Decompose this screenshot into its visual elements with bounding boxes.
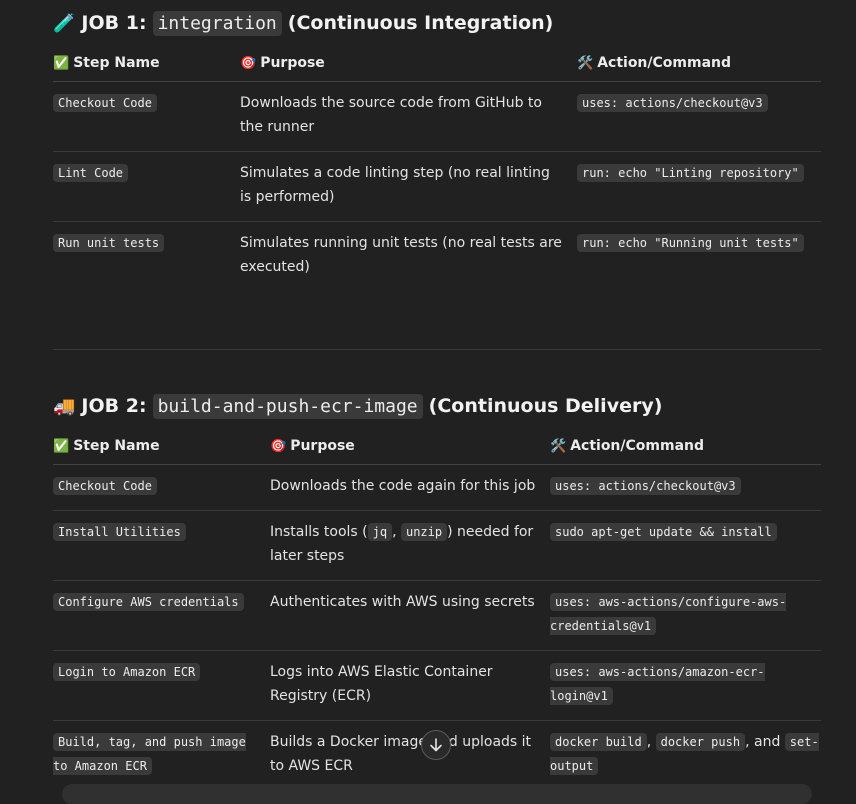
step-action: uses: aws-actions/amazon-ecr-login@v1 (550, 663, 765, 705)
step-name: Install Utilities (53, 523, 186, 541)
inline-code: docker push (655, 733, 746, 751)
step-name: Checkout Code (53, 477, 157, 495)
table-row: Lint Code Simulates a code linting step … (53, 151, 821, 222)
step-purpose: Simulates running unit tests (no real te… (240, 235, 562, 275)
test-tube-icon: 🧪 (53, 12, 76, 34)
scroll-to-bottom-button[interactable] (421, 730, 451, 760)
job1-prefix: JOB 1: (81, 12, 147, 34)
step-action: uses: actions/checkout@v3 (577, 94, 768, 112)
job2-heading: 🚚 JOB 2: build-and-push-ecr-image (Conti… (53, 384, 821, 428)
step-purpose: Logs into AWS Elastic Container Registry… (270, 650, 550, 721)
step-purpose: Simulates a code linting step (no real l… (240, 151, 577, 222)
step-purpose: Authenticates with AWS using secrets (270, 580, 550, 651)
step-name: Lint Code (53, 164, 129, 182)
inline-code: docker build (550, 733, 647, 751)
table-row: Run unit tests Simulates running unit te… (53, 222, 821, 292)
chat-message-content: 🧪 JOB 1: integration (Continuous Integra… (53, 0, 821, 790)
table-row: Checkout Code Downloads the source code … (53, 81, 821, 152)
target-icon: 🎯 (270, 439, 287, 454)
check-icon: ✅ (53, 56, 70, 71)
header-purpose: 🎯 Purpose (270, 428, 550, 465)
job1-suffix: (Continuous Integration) (287, 12, 554, 34)
tools-icon: 🛠️ (550, 439, 567, 454)
step-action: docker build, docker push, and set-outpu… (550, 733, 819, 775)
table-row: Configure AWS credentials Authenticates … (53, 580, 821, 651)
header-action: 🛠️ Action/Command (550, 428, 821, 465)
table-header-row: ✅ Step Name 🎯 Purpose 🛠️ Action/Command (53, 428, 821, 465)
step-name: Login to Amazon ECR (53, 663, 201, 681)
table-row: Checkout Code Downloads the code again f… (53, 464, 821, 511)
step-action: sudo apt-get update && install (550, 523, 777, 541)
step-purpose: Downloads the code again for this job (270, 464, 550, 511)
step-action: uses: actions/checkout@v3 (550, 477, 741, 495)
job2-code: build-and-push-ecr-image (152, 393, 423, 419)
header-purpose: 🎯 Purpose (240, 45, 577, 82)
inline-code: unzip (400, 523, 448, 541)
table-row: Install Utilities Installs tools (jq, un… (53, 510, 821, 581)
job1-table: ✅ Step Name 🎯 Purpose 🛠️ Action/Command Che… (53, 45, 821, 291)
header-action: 🛠️ Action/Command (577, 45, 821, 82)
job1-code: integration (152, 10, 282, 36)
step-purpose: Downloads the source code from GitHub to… (240, 81, 577, 152)
step-name: Configure AWS credentials (53, 593, 244, 611)
step-name: Run unit tests (53, 234, 165, 252)
target-icon: 🎯 (240, 56, 257, 71)
header-step: ✅ Step Name (53, 428, 270, 465)
tools-icon: 🛠️ (577, 56, 594, 71)
arrow-down-icon (430, 738, 442, 752)
header-step: ✅ Step Name (53, 45, 240, 82)
job1-heading: 🧪 JOB 1: integration (Continuous Integra… (53, 1, 821, 45)
step-purpose: Installs tools (jq, unzip) needed for la… (270, 510, 550, 581)
truck-icon: 🚚 (53, 395, 76, 417)
check-icon: ✅ (53, 439, 70, 454)
job2-prefix: JOB 2: (81, 395, 147, 417)
step-name: Checkout Code (53, 94, 157, 112)
step-action: run: echo "Linting repository" (577, 164, 804, 182)
inline-code: jq (367, 523, 393, 541)
step-name: Build, tag, and push image to Amazon ECR (53, 733, 246, 775)
step-action: uses: aws-actions/configure-aws-credenti… (550, 593, 787, 635)
step-action: run: echo "Running unit tests" (577, 234, 804, 252)
table-header-row: ✅ Step Name 🎯 Purpose 🛠️ Action/Command (53, 45, 821, 82)
step-purpose: Builds a Docker image and uploads it to … (270, 734, 532, 774)
message-composer[interactable] (62, 784, 812, 804)
table-row: Login to Amazon ECR Logs into AWS Elasti… (53, 650, 821, 721)
job2-suffix: (Continuous Delivery) (428, 395, 663, 417)
